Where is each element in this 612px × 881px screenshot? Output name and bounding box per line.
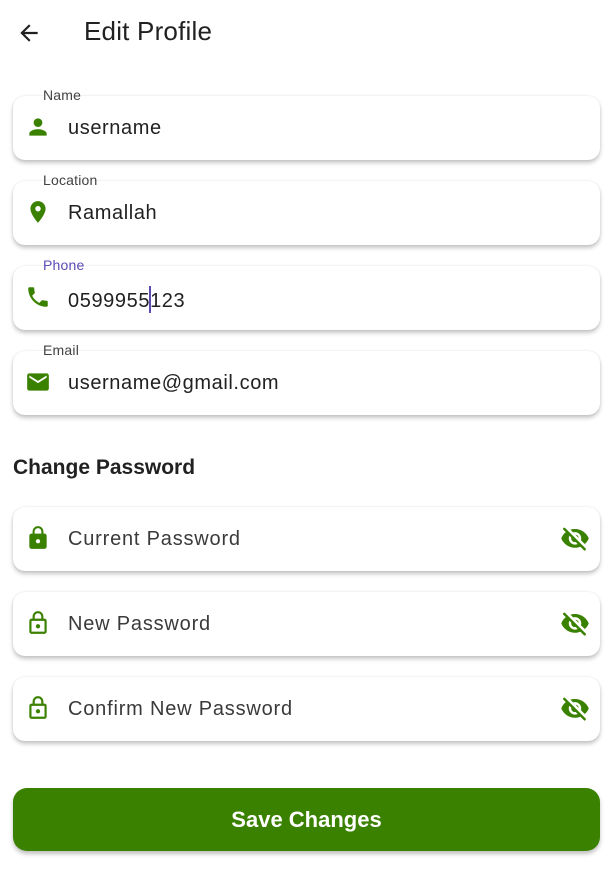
current-password-field[interactable]: Current Password — [13, 507, 600, 571]
lock-outline-icon — [25, 695, 51, 721]
email-label: Email — [43, 342, 80, 358]
app-bar: Edit Profile — [0, 0, 612, 64]
person-icon — [25, 114, 51, 140]
phone-icon — [25, 284, 51, 310]
location-input[interactable]: Ramallah — [68, 201, 157, 225]
confirm-password-input[interactable]: Confirm New Password — [68, 697, 293, 721]
page-title: Edit Profile — [84, 16, 213, 46]
visibility-off-icon[interactable] — [560, 610, 590, 638]
name-input[interactable]: username — [68, 116, 162, 140]
email-field[interactable]: Email username@gmail.com — [13, 342, 600, 415]
phone-value-before-caret: 0599955 — [68, 290, 151, 312]
lock-outline-icon — [25, 610, 51, 636]
lock-filled-icon — [25, 525, 51, 551]
mail-icon — [25, 369, 51, 395]
new-password-input[interactable]: New Password — [68, 612, 211, 636]
save-changes-button[interactable]: Save Changes — [13, 788, 600, 851]
confirm-password-field[interactable]: Confirm New Password — [13, 677, 600, 741]
phone-label: Phone — [43, 257, 85, 273]
location-pin-icon — [25, 199, 51, 225]
new-password-field[interactable]: New Password — [13, 592, 600, 656]
phone-input[interactable]: 0599955123 — [68, 286, 185, 313]
name-field[interactable]: Name username — [13, 87, 600, 160]
location-field[interactable]: Location Ramallah — [13, 172, 600, 245]
phone-value-after-caret: 123 — [150, 290, 186, 312]
change-password-heading: Change Password — [13, 456, 196, 479]
arrow-back-icon — [20, 24, 38, 42]
visibility-off-icon[interactable] — [560, 695, 590, 723]
visibility-off-icon[interactable] — [560, 525, 590, 553]
location-label: Location — [43, 172, 98, 188]
phone-field[interactable]: Phone 0599955123 — [13, 257, 600, 330]
back-button[interactable] — [10, 14, 48, 52]
current-password-input[interactable]: Current Password — [68, 527, 241, 551]
name-label: Name — [43, 87, 82, 103]
email-input[interactable]: username@gmail.com — [68, 371, 279, 395]
